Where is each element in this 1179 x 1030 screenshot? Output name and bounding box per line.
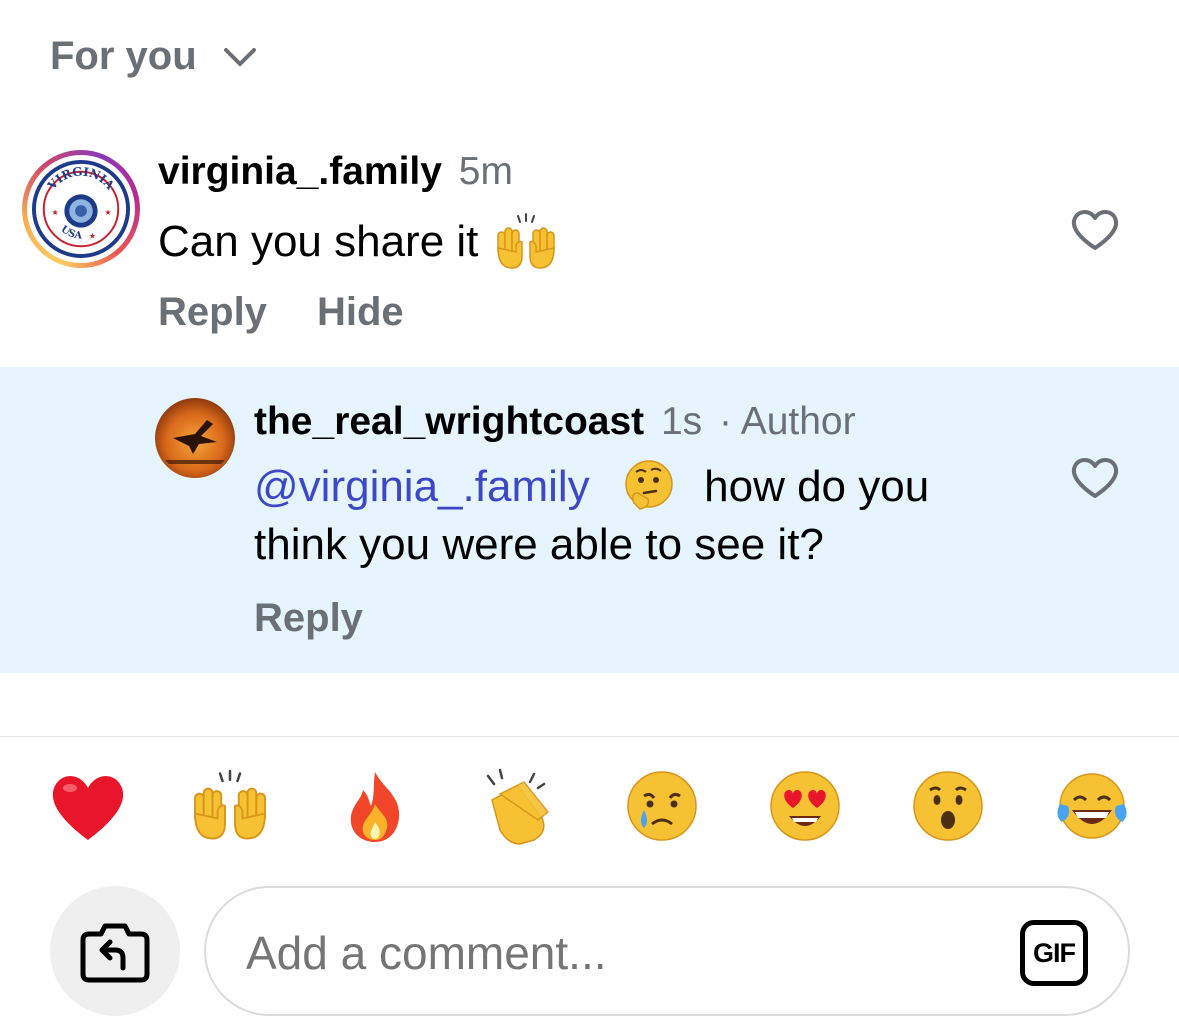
svg-text:★: ★ — [105, 208, 112, 217]
comment-time: 5m — [458, 150, 513, 193]
reply-body-line2: think you were able to see it? — [254, 520, 824, 569]
comment-username[interactable]: virginia_.family — [158, 150, 442, 193]
reply-time: 1s — [660, 400, 703, 443]
red-heart-icon[interactable] — [48, 766, 128, 846]
fire-icon[interactable] — [335, 766, 415, 846]
virginia-seal-avatar: VIRGINIA USA ★ ★ ★ — [32, 160, 130, 258]
surprised-face-icon[interactable] — [908, 766, 988, 846]
gif-button[interactable]: GIF — [1020, 920, 1088, 986]
reply-text: @virginia_.family how do you think you w… — [254, 458, 1014, 574]
like-heart-icon[interactable] — [1070, 208, 1120, 252]
comment-text: Can you share it — [158, 212, 558, 272]
comments-filter-dropdown[interactable]: For you — [50, 34, 257, 79]
raising-hands-icon — [497, 213, 556, 269]
tears-of-joy-face-icon[interactable] — [1052, 766, 1132, 846]
comment-composer: GIF — [204, 886, 1130, 1016]
reply-body-line1: how do you — [704, 462, 930, 511]
comment-body: Can you share it — [158, 217, 479, 266]
gif-label: GIF — [1033, 937, 1076, 968]
comment-actions: Reply Hide — [158, 290, 404, 335]
crying-face-icon[interactable] — [622, 766, 702, 846]
comments-screen: For you VIRGINIA USA ★ ★ ★ virginia_.fam… — [0, 0, 1179, 1030]
reply-button[interactable]: Reply — [254, 596, 363, 641]
reply-actions: Reply — [254, 596, 363, 641]
svg-text:★: ★ — [52, 208, 59, 217]
avatar[interactable] — [155, 398, 235, 478]
comment-header: virginia_.family 5m — [158, 150, 513, 194]
like-heart-icon[interactable] — [1070, 456, 1120, 500]
raising-hands-icon[interactable] — [190, 766, 270, 846]
chevron-down-icon — [223, 47, 256, 66]
camera-reply-button[interactable] — [50, 886, 180, 1016]
reply-button[interactable]: Reply — [158, 290, 267, 335]
author-badge: · Author — [719, 400, 856, 443]
divider — [0, 736, 1179, 737]
reply-header: the_real_wrightcoast 1s · Author — [254, 400, 856, 444]
camera-reply-icon — [80, 923, 150, 983]
clapping-hands-icon[interactable] — [478, 766, 558, 846]
reply-username[interactable]: the_real_wrightcoast — [254, 400, 644, 443]
thinking-face-icon — [625, 460, 673, 510]
emoji-quick-bar — [0, 762, 1179, 852]
filter-label: For you — [50, 34, 197, 78]
comment-input[interactable] — [246, 924, 986, 982]
pelican-sunset-avatar — [155, 398, 235, 478]
avatar[interactable]: VIRGINIA USA ★ ★ ★ — [22, 150, 140, 268]
heart-eyes-face-icon[interactable] — [765, 766, 845, 846]
mention-link[interactable]: @virginia_.family — [254, 462, 590, 511]
hide-button[interactable]: Hide — [317, 290, 404, 335]
svg-text:★: ★ — [89, 231, 96, 240]
